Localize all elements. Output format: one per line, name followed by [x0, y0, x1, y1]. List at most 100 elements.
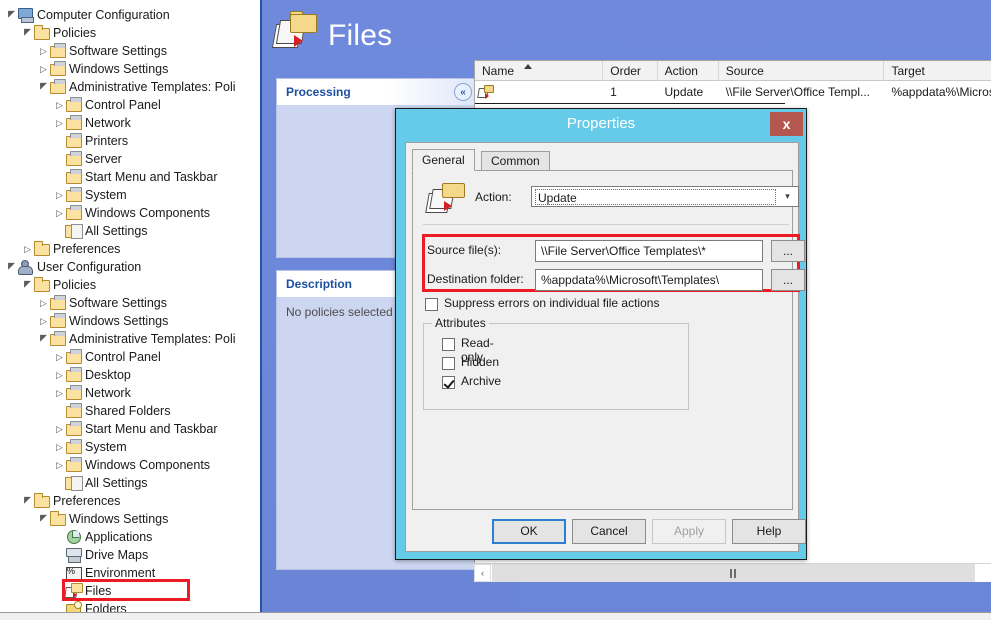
tree-item-label: Software Settings — [69, 296, 167, 310]
column-header-action[interactable]: Action — [658, 61, 719, 81]
tree-item-environment[interactable]: Environment — [0, 564, 155, 582]
cancel-button[interactable]: Cancel — [572, 519, 646, 544]
tree-item-administrative-templates-poli[interactable]: ◢ Administrative Templates: Poli — [0, 330, 236, 348]
tree-item-label: Drive Maps — [85, 548, 149, 562]
tree-item-printers[interactable]: Printers — [0, 132, 128, 150]
tree-item-control-panel[interactable]: ▷ Control Panel — [0, 348, 161, 366]
policy-folder-icon — [65, 384, 82, 400]
twisty-collapsed-icon[interactable]: ▷ — [54, 366, 65, 384]
twisty-collapsed-icon[interactable]: ▷ — [54, 348, 65, 366]
tree-item-server[interactable]: Server — [0, 150, 122, 168]
tab-general[interactable]: General — [412, 149, 475, 171]
twisty-expanded-icon[interactable]: ◢ — [6, 6, 17, 24]
twisty-collapsed-icon[interactable]: ▷ — [38, 42, 49, 60]
hscroll-track[interactable] — [492, 564, 975, 582]
attribute-checkbox[interactable] — [442, 357, 455, 370]
tree-item-label: Computer Configuration — [37, 8, 170, 22]
twisty-collapsed-icon[interactable]: ▷ — [54, 438, 65, 456]
tree-item-label: Windows Settings — [69, 314, 169, 328]
browse-button[interactable]: ... — [771, 269, 805, 291]
table-row[interactable]: 1 Update \\File Server\Office Templ... %app… — [475, 81, 991, 103]
tree-item-shared-folders[interactable]: Shared Folders — [0, 402, 170, 420]
scroll-left-button[interactable]: ‹ — [474, 564, 491, 582]
twisty-expanded-icon[interactable]: ◢ — [38, 330, 49, 348]
tree-item-windows-settings[interactable]: ▷ Windows Settings — [0, 312, 168, 330]
tree-item-software-settings[interactable]: ▷ Software Settings — [0, 42, 167, 60]
tree-item-network[interactable]: ▷ Network — [0, 384, 131, 402]
tree-item-preferences[interactable]: ◢ Preferences — [0, 492, 120, 510]
tree-item-all-settings[interactable]: All Settings — [0, 474, 148, 492]
tree-item-network[interactable]: ▷ Network — [0, 114, 131, 132]
tree-item-user-configuration[interactable]: ◢ User Configuration — [0, 258, 141, 276]
tree-item-start-menu-and-taskbar[interactable]: ▷ Start Menu and Taskbar — [0, 420, 217, 438]
twisty-collapsed-icon[interactable]: ▷ — [38, 294, 49, 312]
attribute-checkbox[interactable] — [442, 376, 455, 389]
navigation-tree[interactable]: ◢ Computer Configuration ◢ Policies ▷ Softwar… — [0, 0, 236, 612]
twisty-expanded-icon[interactable]: ◢ — [6, 258, 17, 276]
twisty-expanded-icon[interactable]: ◢ — [22, 276, 33, 294]
tree-item-computer-configuration[interactable]: ◢ Computer Configuration — [0, 6, 170, 24]
ok-button[interactable]: OK — [492, 519, 566, 544]
tree-item-windows-components[interactable]: ▷ Windows Components — [0, 204, 210, 222]
tree-item-folders[interactable]: Folders — [0, 600, 127, 612]
tree-item-label: Server — [85, 152, 122, 166]
twisty-collapsed-icon[interactable]: ▷ — [22, 240, 33, 258]
sort-ascending-icon — [524, 64, 532, 69]
tree-item-policies[interactable]: ◢ Policies — [0, 24, 96, 42]
tab-common[interactable]: Common — [481, 151, 550, 171]
tree-item-policies[interactable]: ◢ Policies — [0, 276, 96, 294]
browse-button[interactable]: ... — [771, 240, 805, 262]
tree-item-system[interactable]: ▷ System — [0, 438, 127, 456]
column-header-label: Target — [891, 64, 925, 78]
action-dropdown[interactable]: Update ▾ — [531, 186, 799, 207]
environment-icon — [65, 564, 82, 580]
twisty-expanded-icon[interactable]: ◢ — [22, 24, 33, 42]
tree-item-drive-maps[interactable]: Drive Maps — [0, 546, 148, 564]
twisty-collapsed-icon[interactable]: ▷ — [54, 96, 65, 114]
attribute-checkbox[interactable] — [442, 338, 455, 351]
tree-item-windows-settings[interactable]: ◢ Windows Settings — [0, 510, 168, 528]
chevron-up-icon[interactable]: « — [454, 83, 472, 101]
column-header-order[interactable]: Order — [603, 61, 658, 81]
twisty-expanded-icon[interactable]: ◢ — [38, 510, 49, 528]
column-header-target[interactable]: Target — [884, 61, 991, 81]
tree-item-label: Folders — [85, 602, 127, 612]
twisty-collapsed-icon[interactable]: ▷ — [54, 456, 65, 474]
twisty-collapsed-icon[interactable]: ▷ — [54, 420, 65, 438]
policy-folder-icon — [65, 96, 82, 112]
tree-item-administrative-templates-poli[interactable]: ◢ Administrative Templates: Poli — [0, 78, 236, 96]
all-settings-icon — [65, 474, 83, 491]
twisty-expanded-icon[interactable]: ◢ — [22, 492, 33, 510]
tree-item-windows-components[interactable]: ▷ Windows Components — [0, 456, 210, 474]
column-header-source[interactable]: Source — [719, 61, 885, 81]
tree-item-control-panel[interactable]: ▷ Control Panel — [0, 96, 161, 114]
tree-item-preferences[interactable]: ▷ Preferences — [0, 240, 120, 258]
twisty-collapsed-icon[interactable]: ▷ — [54, 114, 65, 132]
description-panel-title: Description — [286, 277, 353, 291]
tree-item-applications[interactable]: Applications — [0, 528, 152, 546]
tree-item-software-settings[interactable]: ▷ Software Settings — [0, 294, 167, 312]
tree-item-system[interactable]: ▷ System — [0, 186, 127, 204]
list-horizontal-scrollbar[interactable]: ‹ — [474, 563, 991, 582]
close-icon[interactable]: x — [770, 112, 803, 136]
tree-item-files[interactable]: Files — [0, 582, 111, 600]
column-header-name[interactable]: Name — [475, 61, 604, 81]
policy-folder-icon — [49, 294, 66, 310]
tree-item-windows-settings[interactable]: ▷ Windows Settings — [0, 60, 168, 78]
tree-item-all-settings[interactable]: All Settings — [0, 222, 148, 240]
twisty-collapsed-icon[interactable]: ▷ — [38, 312, 49, 330]
tree-item-start-menu-and-taskbar[interactable]: Start Menu and Taskbar — [0, 168, 217, 186]
twisty-collapsed-icon[interactable]: ▷ — [54, 384, 65, 402]
twisty-collapsed-icon[interactable]: ▷ — [38, 60, 49, 78]
twisty-collapsed-icon[interactable]: ▷ — [54, 204, 65, 222]
twisty-expanded-icon[interactable]: ◢ — [38, 78, 49, 96]
policy-folder-icon — [49, 60, 66, 76]
suppress-errors-checkbox[interactable] — [425, 298, 438, 311]
chevron-down-icon[interactable]: ▾ — [778, 188, 797, 205]
source-files-input[interactable]: \\File Server\Office Templates\* — [535, 240, 763, 262]
twisty-collapsed-icon[interactable]: ▷ — [54, 186, 65, 204]
help-button[interactable]: Help — [732, 519, 806, 544]
folder-icon — [33, 276, 50, 292]
destination-folder-input[interactable]: %appdata%\Microsoft\Templates\ — [535, 269, 763, 291]
tree-item-desktop[interactable]: ▷ Desktop — [0, 366, 131, 384]
